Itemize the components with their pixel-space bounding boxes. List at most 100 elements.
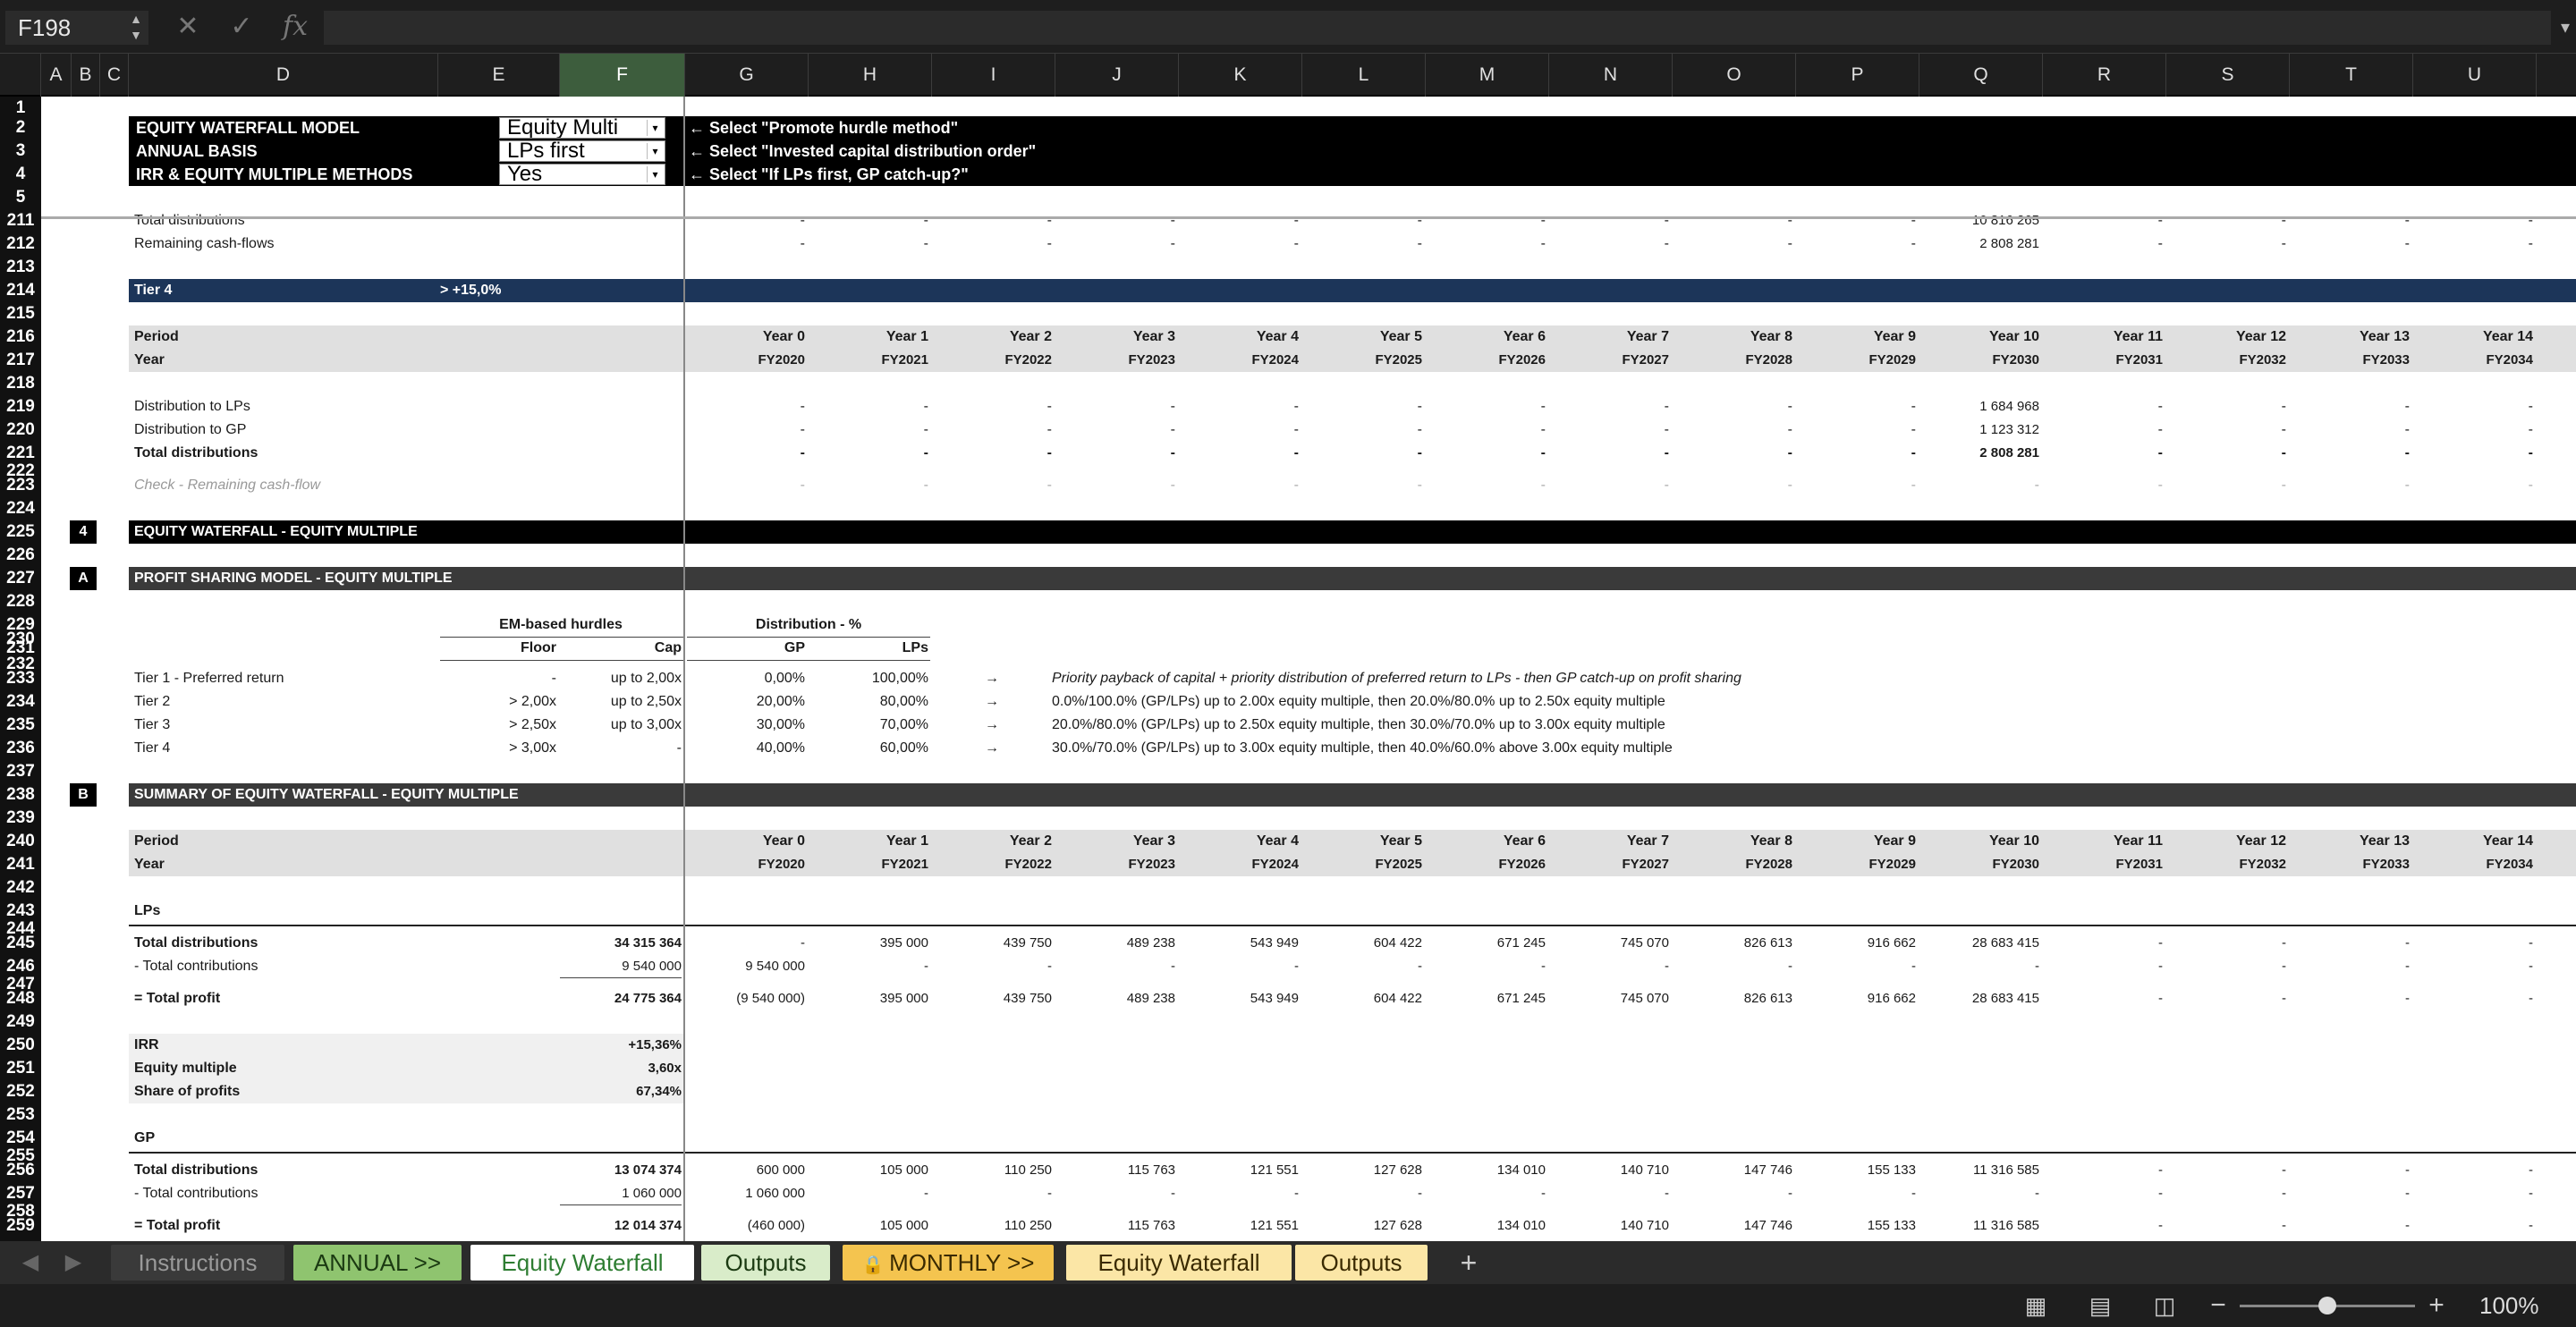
row-header-228[interactable]: 228 [0,590,41,613]
row-header-213[interactable]: 213 [0,256,41,279]
cell-q221[interactable]: 2 808 281 [1919,442,2039,465]
cell-q220[interactable]: 1 123 312 [1919,418,2039,442]
cell-o241[interactable]: FY2028 [1673,853,1792,876]
cell-n223[interactable]: - [1549,474,1669,497]
row-header-3[interactable]: 3 [0,139,41,163]
cell-j217[interactable]: FY2023 [1055,349,1175,372]
cell-p217[interactable]: FY2029 [1796,349,1916,372]
cell-k217[interactable]: FY2024 [1179,349,1299,372]
cell-g220[interactable]: - [685,418,805,442]
cell-i216[interactable]: Year 2 [932,325,1052,349]
cell-g211[interactable]: - [685,209,805,232]
cell-s241[interactable]: FY2032 [2166,853,2286,876]
cell-d211[interactable]: Total distributions [134,209,402,232]
function-icon[interactable]: fx [277,9,313,45]
cell-d235[interactable]: Tier 3 [134,714,429,737]
cell-t217[interactable]: FY2033 [2290,349,2410,372]
cell-p257[interactable]: - [1796,1182,1916,1205]
row-header-217[interactable]: 217 [0,349,41,372]
row-header-234[interactable]: 234 [0,690,41,714]
cell-t246[interactable]: - [2290,955,2410,978]
cell-h231[interactable]: LPs [809,637,928,660]
cell-d251[interactable]: Equity multiple [134,1057,402,1080]
cell-u240[interactable]: Year 14 [2413,830,2533,853]
cell-g221[interactable]: - [685,442,805,465]
row-header-237[interactable]: 237 [0,760,41,783]
cell-o212[interactable]: - [1673,232,1792,256]
cell-p219[interactable]: - [1796,395,1916,418]
section-4-title[interactable]: EQUITY WATERFALL - EQUITY MULTIPLE [134,520,939,544]
cell-n216[interactable]: Year 7 [1549,325,1669,349]
row-header-215[interactable]: 215 [0,302,41,325]
cell-p240[interactable]: Year 9 [1796,830,1916,853]
column-header-s[interactable]: S [2166,54,2290,97]
cell-f256[interactable]: 13 074 374 [560,1159,682,1182]
cell-p256[interactable]: 155 133 [1796,1159,1916,1182]
zoom-level[interactable]: 100% [2479,1289,2569,1322]
section-b-number[interactable]: B [70,783,97,807]
cell-s256[interactable]: - [2166,1159,2286,1182]
cell-r259[interactable]: - [2043,1214,2163,1238]
cell-l257[interactable]: - [1302,1182,1422,1205]
row-header-218[interactable]: 218 [0,372,41,395]
cell-s212[interactable]: - [2166,232,2286,256]
cell-i256[interactable]: 110 250 [932,1159,1052,1182]
cell-o257[interactable]: - [1673,1182,1792,1205]
cell-m259[interactable]: 134 010 [1426,1214,1546,1238]
cell-r220[interactable]: - [2043,418,2163,442]
cell-g3[interactable]: ← Select "Invested capital distribution … [689,139,1404,163]
row-header-245[interactable]: 245 [0,932,41,955]
cell-d246[interactable]: - Total contributions [134,955,402,978]
row-header-224[interactable]: 224 [0,497,41,520]
cell-g212[interactable]: - [685,232,805,256]
cell-g240[interactable]: Year 0 [685,830,805,853]
cell-n245[interactable]: 745 070 [1549,932,1669,955]
cell-d233[interactable]: Tier 1 - Preferred return [134,667,429,690]
cell-h245[interactable]: 395 000 [809,932,928,955]
cell-h223[interactable]: - [809,474,928,497]
cell-t219[interactable]: - [2290,395,2410,418]
cell-g216[interactable]: Year 0 [685,325,805,349]
cell-d219[interactable]: Distribution to LPs [134,395,402,418]
cell-u216[interactable]: Year 14 [2413,325,2533,349]
cell-k241[interactable]: FY2024 [1179,853,1299,876]
cell-g219[interactable]: - [685,395,805,418]
cell-j256[interactable]: 115 763 [1055,1159,1175,1182]
add-sheet-button[interactable]: + [1447,1245,1490,1281]
row-header-248[interactable]: 248 [0,987,41,1010]
cell-g241[interactable]: FY2020 [685,853,805,876]
cell-h236[interactable]: 60,00% [809,737,928,760]
column-header-o[interactable]: O [1673,54,1796,97]
cell-d256[interactable]: Total distributions [134,1159,402,1182]
cell-g256[interactable]: 600 000 [685,1159,805,1182]
cell-d217[interactable]: Year [134,349,402,372]
cell-s257[interactable]: - [2166,1182,2286,1205]
cell-q219[interactable]: 1 684 968 [1919,395,2039,418]
section-a-title[interactable]: PROFIT SHARING MODEL - EQUITY MULTIPLE [134,567,939,590]
cell-i217[interactable]: FY2022 [932,349,1052,372]
tab-scroll-left-icon[interactable]: ◀ [13,1245,48,1281]
cell-d252[interactable]: Share of profits [134,1080,402,1103]
cell-l246[interactable]: - [1302,955,1422,978]
cell-p246[interactable]: - [1796,955,1916,978]
cell-t223[interactable]: - [2290,474,2410,497]
cell-d3[interactable]: ANNUAL BASIS [136,139,494,163]
cell-q257[interactable]: - [1919,1182,2039,1205]
cell-f231[interactable]: Cap [560,637,682,660]
cell-s217[interactable]: FY2032 [2166,349,2286,372]
promote-hurdle-dropdown[interactable]: Equity Multi ▾ [499,117,665,139]
cell-j211[interactable]: - [1055,209,1175,232]
cell-t212[interactable]: - [2290,232,2410,256]
cell-o256[interactable]: 147 746 [1673,1159,1792,1182]
cell-j220[interactable]: - [1055,418,1175,442]
formula-input[interactable] [324,11,2551,45]
cell-r256[interactable]: - [2043,1159,2163,1182]
tab-scroll-right-icon[interactable]: ▶ [55,1245,91,1281]
cell-i219[interactable]: - [932,395,1052,418]
row-header-240[interactable]: 240 [0,830,41,853]
cell-p223[interactable]: - [1796,474,1916,497]
cell-p245[interactable]: 916 662 [1796,932,1916,955]
cell-d214[interactable]: Tier 4 [134,279,402,302]
cell-d223[interactable]: Check - Remaining cash-flow [134,474,438,497]
cell-k211[interactable]: - [1179,209,1299,232]
